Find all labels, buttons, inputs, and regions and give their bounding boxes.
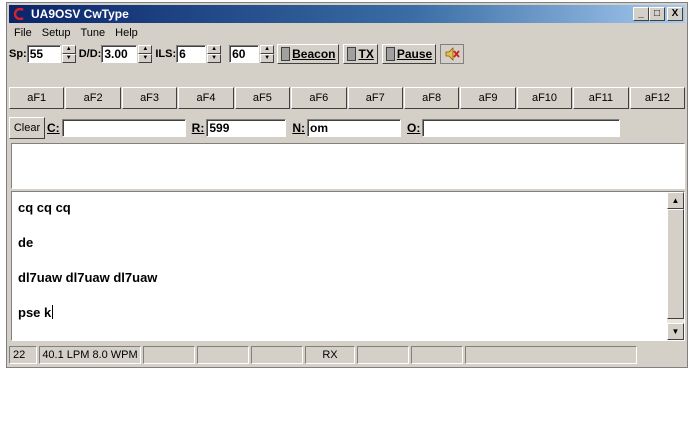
- dd-label: D/D:: [78, 48, 102, 60]
- ils-field[interactable]: 6: [176, 45, 207, 63]
- menu-bar: File Setup Tune Help: [9, 24, 143, 42]
- status-panel-empty: [251, 346, 303, 364]
- status-panel-empty: [357, 346, 409, 364]
- vertical-scrollbar[interactable]: ▲ ▼: [667, 192, 684, 340]
- af4-button[interactable]: aF4: [178, 87, 234, 109]
- spin-down-icon[interactable]: ▼: [260, 54, 275, 63]
- app-window: UA9OSV CwType _ □ X File Setup Tune Help…: [6, 2, 688, 368]
- dd-field[interactable]: 3.00: [101, 45, 138, 63]
- status-panel-empty: [143, 346, 195, 364]
- speaker-mute-icon[interactable]: [440, 44, 465, 64]
- text-caret: [52, 305, 54, 319]
- status-panel-empty: [465, 346, 637, 364]
- beacon-button[interactable]: Beacon: [277, 44, 340, 64]
- title-bar[interactable]: UA9OSV CwType _ □ X: [9, 5, 685, 23]
- n-label: N:: [292, 121, 306, 135]
- scroll-thumb[interactable]: [667, 209, 684, 319]
- dd-spinner[interactable]: ▲ ▼: [138, 45, 153, 63]
- scroll-up-icon[interactable]: ▲: [667, 192, 684, 209]
- status-mode: RX: [305, 346, 355, 364]
- beacon-led-icon: [281, 47, 291, 61]
- r-label: R:: [191, 121, 205, 135]
- status-panel-empty: [411, 346, 463, 364]
- menu-help[interactable]: Help: [110, 27, 143, 39]
- spin-up-icon[interactable]: ▲: [138, 45, 153, 54]
- o-label: O:: [407, 121, 421, 135]
- app-icon: [13, 7, 27, 21]
- control-row: Sp: 55 ▲ ▼ D/D: 3.00 ▲ ▼ ILS: 6 ▲ ▼ 60 ▲ ▼ B…: [9, 43, 685, 65]
- af6-button[interactable]: aF6: [291, 87, 347, 109]
- volume-spinner[interactable]: ▲ ▼: [260, 45, 275, 63]
- menu-setup[interactable]: Setup: [37, 27, 76, 39]
- name-field[interactable]: om: [307, 119, 402, 137]
- minimize-button[interactable]: _: [633, 7, 649, 21]
- tx-led-icon: [347, 47, 357, 61]
- tx-button[interactable]: TX: [343, 44, 378, 64]
- sp-label: Sp:: [9, 48, 27, 60]
- c-label: C:: [47, 121, 60, 135]
- ils-spinner[interactable]: ▲ ▼: [207, 45, 222, 63]
- menu-file[interactable]: File: [9, 27, 37, 39]
- report-field[interactable]: 599: [206, 119, 287, 137]
- receive-text-area[interactable]: [11, 143, 685, 189]
- pause-button[interactable]: Pause: [381, 44, 437, 64]
- spin-up-icon[interactable]: ▲: [61, 45, 76, 54]
- tx-line-text: pse k: [18, 305, 52, 320]
- af11-button[interactable]: aF11: [573, 87, 629, 109]
- close-button[interactable]: X: [667, 7, 683, 21]
- spin-up-icon[interactable]: ▲: [207, 45, 222, 54]
- af12-button[interactable]: aF12: [629, 87, 686, 109]
- status-bar: 22 40.1 LPM 8.0 WPM RX: [9, 345, 685, 365]
- pause-led-icon: [385, 47, 395, 61]
- af9-button[interactable]: aF9: [460, 87, 516, 109]
- tx-line: cq cq cq: [18, 200, 71, 215]
- maximize-button[interactable]: □: [649, 7, 665, 21]
- transmit-text-area[interactable]: cq cq cq de dl7uaw dl7uaw dl7uaw pse k ▲…: [11, 191, 685, 341]
- spin-down-icon[interactable]: ▼: [207, 54, 222, 63]
- function-key-row: aF1 aF2 aF3 aF4 aF5 aF6 aF7 aF8 aF9 aF10…: [9, 87, 686, 109]
- af2-button[interactable]: aF2: [65, 87, 121, 109]
- af3-button[interactable]: aF3: [121, 87, 178, 109]
- ils-label: ILS:: [155, 48, 177, 60]
- af1-button[interactable]: aF1: [9, 87, 65, 109]
- window-title: UA9OSV CwType: [31, 7, 129, 21]
- af8-button[interactable]: aF8: [403, 87, 460, 109]
- status-panel-empty: [197, 346, 249, 364]
- af7-button[interactable]: aF7: [347, 87, 403, 109]
- af5-button[interactable]: aF5: [234, 87, 291, 109]
- spin-up-icon[interactable]: ▲: [260, 45, 275, 54]
- sp-spinner[interactable]: ▲ ▼: [61, 45, 76, 63]
- tx-line: de: [18, 235, 34, 250]
- volume-field[interactable]: 60: [229, 45, 260, 63]
- menu-tune[interactable]: Tune: [75, 27, 110, 39]
- status-speed: 40.1 LPM 8.0 WPM: [39, 346, 141, 364]
- spin-down-icon[interactable]: ▼: [138, 54, 153, 63]
- spin-down-icon[interactable]: ▼: [61, 54, 76, 63]
- sp-field[interactable]: 55: [26, 45, 61, 63]
- tx-line: dl7uaw dl7uaw dl7uaw: [18, 270, 158, 285]
- clear-button[interactable]: Clear: [9, 117, 45, 139]
- qso-row: Clear C: R: 599 N: om O:: [9, 117, 685, 139]
- scroll-down-icon[interactable]: ▼: [667, 323, 684, 340]
- tx-line-last: pse k: [18, 305, 664, 340]
- callsign-field[interactable]: [61, 119, 186, 137]
- other-field[interactable]: [422, 119, 621, 137]
- af10-button[interactable]: aF10: [516, 87, 573, 109]
- status-count: 22: [9, 346, 37, 364]
